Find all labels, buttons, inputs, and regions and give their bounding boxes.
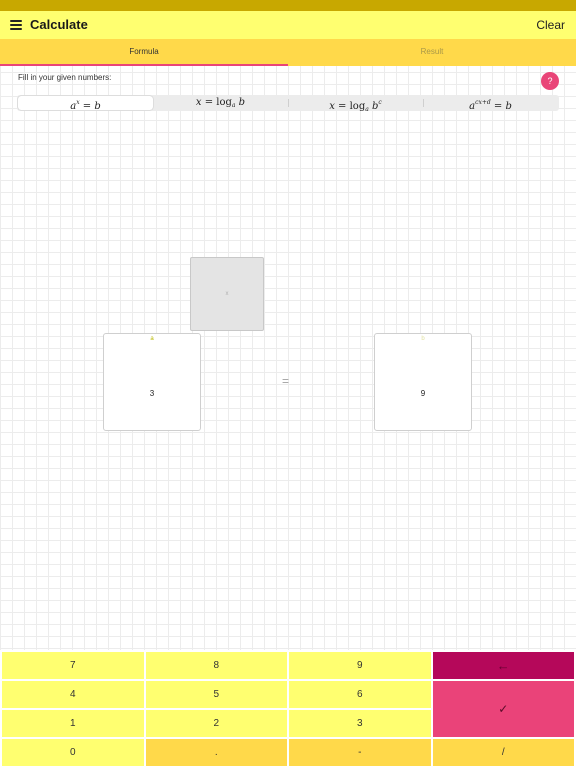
- key-1[interactable]: 1: [2, 710, 144, 737]
- base-value: 3: [149, 389, 155, 398]
- result-value: 9: [420, 389, 426, 398]
- key-3[interactable]: 3: [289, 710, 431, 737]
- instruction-text: Fill in your given numbers:: [18, 73, 112, 82]
- tab-formula[interactable]: Formula: [0, 39, 288, 66]
- key-9[interactable]: 9: [289, 652, 431, 679]
- backspace-arrow-icon: ←: [496, 658, 510, 673]
- base-box-label: a: [150, 336, 154, 342]
- result-input-box[interactable]: b 9: [374, 333, 472, 431]
- result-box-label: b: [421, 336, 425, 342]
- key-0[interactable]: 0: [2, 739, 144, 766]
- formula-option-log-power[interactable]: x = loga bc: [288, 96, 423, 113]
- key-5[interactable]: 5: [145, 681, 287, 708]
- formula-option-power[interactable]: ax = b: [18, 96, 153, 112]
- page-title: Calculate: [30, 17, 88, 32]
- exponent-box-label: x: [225, 291, 229, 297]
- key-divide[interactable]: /: [432, 739, 574, 766]
- tab-bar: Formula Result: [0, 39, 576, 66]
- backspace-button[interactable]: ←: [432, 652, 574, 679]
- done-button[interactable]: ✓: [432, 681, 574, 737]
- numeric-keypad: 7 8 9 ← 4 5 6 ✓ 1 2 3 0 . - /: [0, 650, 576, 768]
- base-input-box[interactable]: a 3: [103, 333, 201, 431]
- exponent-input-box[interactable]: x: [190, 257, 264, 331]
- key-4[interactable]: 4: [2, 681, 144, 708]
- formula-option-linear-exponent[interactable]: acx+d = b: [423, 96, 558, 112]
- help-button[interactable]: ?: [541, 72, 559, 90]
- clear-button[interactable]: Clear: [536, 18, 565, 32]
- status-bar: [0, 0, 576, 11]
- key-decimal[interactable]: .: [145, 739, 287, 766]
- app-header: Calculate Clear: [0, 11, 576, 39]
- checkmark-icon: ✓: [498, 702, 509, 716]
- key-8[interactable]: 8: [145, 652, 287, 679]
- key-minus[interactable]: -: [289, 739, 431, 766]
- tab-result[interactable]: Result: [288, 39, 576, 66]
- key-7[interactable]: 7: [2, 652, 144, 679]
- equals-sign: =: [282, 374, 290, 388]
- hamburger-menu-icon[interactable]: [10, 20, 22, 30]
- key-6[interactable]: 6: [289, 681, 431, 708]
- key-2[interactable]: 2: [145, 710, 287, 737]
- formula-selector: ax = b x = loga b x = loga bc acx+d = b: [17, 95, 559, 113]
- formula-option-log[interactable]: x = loga b: [153, 96, 288, 110]
